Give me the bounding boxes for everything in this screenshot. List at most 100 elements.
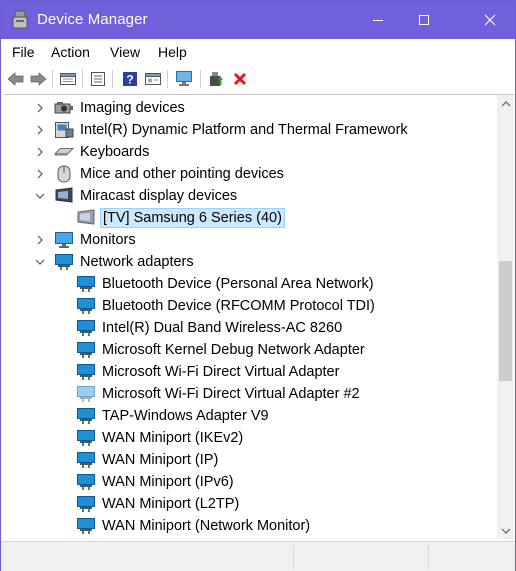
network-adapter-icon — [76, 517, 96, 535]
tree-item-label: Keyboards — [80, 144, 150, 160]
network-adapter-icon — [76, 385, 96, 403]
tree-item-label: WAN Miniport (Network Monitor) — [102, 518, 311, 534]
network-adapter-icon — [76, 275, 96, 293]
back-icon[interactable] — [6, 69, 26, 89]
keyboard-icon — [54, 143, 74, 161]
toolbar-separator — [82, 70, 83, 88]
tree-item-network-adapter[interactable]: Microsoft Kernel Debug Network Adapter — [76, 339, 367, 361]
scroll-up-arrow-icon[interactable] — [497, 95, 514, 112]
tree-item-label: Imaging devices — [80, 100, 185, 116]
tree-item-network-adapter[interactable]: TAP-Windows Adapter V9 — [76, 405, 271, 427]
menu-file[interactable]: File — [12, 44, 35, 60]
tree-item-network-adapter[interactable]: Microsoft Wi-Fi Direct Virtual Adapter #… — [76, 383, 362, 405]
minimize-button[interactable] — [355, 1, 401, 39]
camera-icon — [54, 99, 74, 117]
scroll-down-arrow-icon[interactable] — [497, 522, 514, 539]
tree-item-network-adapter[interactable]: WAN Miniport (L2TP) — [76, 493, 241, 515]
toolbar: ? — [1, 65, 515, 93]
tree-item-label: Monitors — [80, 232, 136, 248]
vertical-scrollbar[interactable] — [497, 95, 514, 539]
tree-item-network-adapter[interactable]: WAN Miniport (IKEv2) — [76, 427, 245, 449]
expand-chevron-icon[interactable] — [32, 163, 48, 185]
tree-item-network-adapter[interactable]: Intel(R) Dual Band Wireless-AC 8260 — [76, 317, 344, 339]
tree-item-samsung-tv[interactable]: [TV] Samsung 6 Series (40) — [76, 207, 285, 229]
network-adapter-icon — [76, 473, 96, 491]
tree-item-imaging-devices[interactable]: Imaging devices — [32, 97, 187, 119]
tree-item-label: Microsoft Kernel Debug Network Adapter — [102, 342, 365, 358]
toolbar-separator — [200, 70, 201, 88]
tree-item-label: WAN Miniport (L2TP) — [102, 496, 240, 512]
network-adapter-icon — [76, 319, 96, 337]
tree-item-monitors[interactable]: Monitors — [32, 229, 138, 251]
miracast-display-icon — [76, 209, 96, 227]
tree-item-network-adapter[interactable]: Bluetooth Device (Personal Area Network) — [76, 273, 376, 295]
network-adapter-icon — [76, 451, 96, 469]
menu-view[interactable]: View — [110, 44, 140, 60]
tree-item-label: Intel(R) Dual Band Wireless-AC 8260 — [102, 320, 343, 336]
help-icon[interactable]: ? — [120, 69, 140, 89]
miracast-display-icon — [54, 187, 74, 205]
status-bar-divider — [293, 545, 294, 569]
tree-item-keyboards[interactable]: Keyboards — [32, 141, 151, 163]
properties-sheet-icon[interactable] — [58, 69, 78, 89]
toolbar-separator — [167, 70, 168, 88]
close-button[interactable] — [467, 1, 513, 39]
collapse-chevron-icon[interactable] — [32, 185, 48, 207]
tree-item-label: WAN Miniport (IPv6) — [102, 474, 234, 490]
network-adapter-icon — [76, 429, 96, 447]
network-adapter-icon — [76, 363, 96, 381]
expand-chevron-icon[interactable] — [32, 229, 48, 251]
tree-item-label: Miracast display devices — [80, 188, 238, 204]
uninstall-icon[interactable] — [230, 69, 250, 89]
tree-item-network-adapter[interactable]: WAN Miniport (IPv6) — [76, 471, 236, 493]
tree-item-intel-dptf[interactable]: Intel(R) Dynamic Platform and Thermal Fr… — [32, 119, 410, 141]
scrollbar-thumb[interactable] — [499, 261, 512, 381]
tree-item-label: WAN Miniport (IKEv2) — [102, 430, 244, 446]
list-view-icon[interactable] — [88, 69, 108, 89]
action-sheet-icon[interactable] — [143, 69, 163, 89]
tree-item-label: [TV] Samsung 6 Series (40) — [100, 208, 285, 228]
window-title: Device Manager — [37, 11, 148, 28]
maximize-button[interactable] — [401, 1, 447, 39]
tree-item-network-adapter[interactable]: Microsoft Wi-Fi Direct Virtual Adapter — [76, 361, 341, 383]
forward-icon[interactable] — [28, 69, 48, 89]
network-adapter-icon — [76, 495, 96, 513]
tree-item-mice[interactable]: Mice and other pointing devices — [32, 163, 286, 185]
network-adapter-icon — [54, 253, 74, 271]
device-manager-window: Device Manager File Action View Help ? I… — [0, 0, 516, 571]
tree-item-label: Bluetooth Device (Personal Area Network) — [102, 276, 374, 292]
tree-item-label: Microsoft Wi-Fi Direct Virtual Adapter — [102, 364, 340, 380]
tree-item-label: WAN Miniport (IP) — [102, 452, 219, 468]
device-manager-app-icon — [11, 10, 29, 30]
tree-item-label: Mice and other pointing devices — [80, 166, 284, 182]
menu-bar: File Action View Help — [1, 39, 515, 65]
title-bar[interactable]: Device Manager — [1, 1, 515, 39]
menu-help[interactable]: Help — [158, 44, 187, 60]
tree-item-network-adapter[interactable]: WAN Miniport (Network Monitor) — [76, 515, 312, 537]
monitor-icon — [54, 231, 74, 249]
tree-item-label: Intel(R) Dynamic Platform and Thermal Fr… — [80, 122, 408, 138]
network-adapter-icon — [76, 297, 96, 315]
tree-item-network-adapter[interactable]: Bluetooth Device (RFCOMM Protocol TDI) — [76, 295, 377, 317]
tree-item-label: Microsoft Wi-Fi Direct Virtual Adapter #… — [102, 386, 360, 402]
network-adapter-icon — [76, 407, 96, 425]
collapse-chevron-icon[interactable] — [32, 251, 48, 273]
toolbar-separator — [52, 70, 53, 88]
expand-chevron-icon[interactable] — [32, 97, 48, 119]
update-driver-icon[interactable] — [206, 69, 226, 89]
tree-item-network-adapter[interactable]: WAN Miniport (IP) — [76, 449, 220, 471]
tree-item-label: TAP-Windows Adapter V9 — [102, 408, 269, 424]
device-tree[interactable]: Imaging devices Intel(R) Dynamic Platfor… — [4, 95, 497, 539]
tree-item-network-adapters[interactable]: Network adapters — [32, 251, 196, 273]
expand-chevron-icon[interactable] — [32, 141, 48, 163]
tree-item-label: Bluetooth Device (RFCOMM Protocol TDI) — [102, 298, 375, 314]
network-adapter-icon — [76, 341, 96, 359]
tree-item-miracast[interactable]: Miracast display devices — [32, 185, 239, 207]
toolbar-separator — [112, 70, 113, 88]
expand-chevron-icon[interactable] — [32, 119, 48, 141]
menu-action[interactable]: Action — [51, 44, 90, 60]
scan-hardware-icon[interactable] — [174, 69, 194, 89]
tree-item-label: Network adapters — [80, 254, 194, 270]
status-bar — [1, 541, 515, 571]
status-bar-divider — [428, 545, 429, 569]
